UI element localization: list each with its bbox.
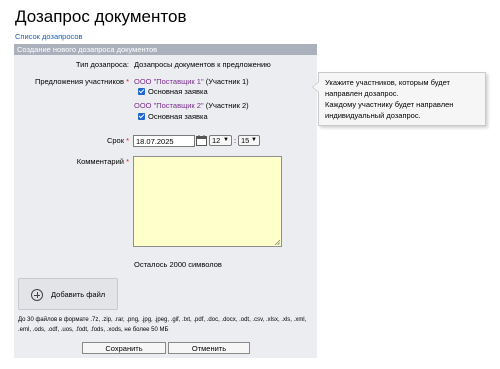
breadcrumb-link[interactable]: Список дозапросов — [15, 32, 83, 41]
add-file-button[interactable]: Добавить файл — [18, 278, 118, 310]
required-mark: * — [126, 157, 129, 166]
comment-label-text: Комментарий — [76, 157, 124, 166]
resize-handle-icon[interactable] — [274, 239, 280, 245]
tooltip-line: Каждому участнику будет направлен — [325, 100, 454, 109]
form-header: Создание нового дозапроса документов — [14, 44, 317, 55]
type-label: Тип дозапроса: — [75, 60, 129, 69]
hour-select[interactable]: 12 ▼ — [209, 135, 232, 146]
participants-tooltip: Укажите участников, которым будет направ… — [318, 72, 486, 126]
comment-label: Комментарий * — [14, 157, 129, 167]
participant-2-checkbox-label: Основная заявка — [148, 112, 208, 121]
participant-2: ООО "Поставщик 2" (Участник 2) — [134, 101, 249, 111]
page-title: Дозапрос документов — [15, 7, 187, 26]
save-button[interactable]: Сохранить — [82, 342, 166, 354]
deadline-label: Срок * — [14, 136, 129, 146]
tooltip-line: направлен дозапрос. — [325, 89, 399, 98]
calendar-icon[interactable] — [196, 135, 207, 146]
participant-2-name[interactable]: ООО "Поставщик 2" — [134, 101, 204, 110]
participant-2-tag: (Участник 2) — [205, 101, 249, 110]
participant-1: ООО "Поставщик 1" (Участник 1) — [134, 77, 249, 87]
type-value: Дозапросы документов к предложению — [134, 60, 271, 69]
participants-label: Предложения участников * — [14, 77, 129, 87]
chevron-down-icon: ▼ — [251, 137, 257, 143]
required-mark: * — [126, 136, 129, 145]
hour-value: 12 — [212, 136, 221, 145]
participant-1-checkbox-label: Основная заявка — [148, 87, 208, 96]
minute-select[interactable]: 15 ▼ — [238, 135, 260, 146]
minute-value: 15 — [241, 136, 250, 145]
add-file-label: Добавить файл — [51, 290, 106, 299]
deadline-label-text: Срок — [106, 136, 124, 145]
chevron-down-icon: ▼ — [223, 137, 229, 143]
file-hint: До 30 файлов в формате .7z, .zip, .rar, … — [18, 317, 307, 333]
tooltip-line: индивидуальный дозапрос. — [325, 111, 421, 120]
tooltip-arrow-inner — [313, 82, 319, 92]
participant-1-tag: (Участник 1) — [205, 77, 249, 86]
date-input[interactable] — [133, 135, 195, 147]
participant-1-checkbox[interactable] — [138, 88, 145, 95]
time-separator: : — [234, 136, 237, 145]
participants-label-text: Предложения участников — [34, 77, 124, 86]
cancel-button[interactable]: Отменить — [168, 342, 250, 354]
participant-2-checkbox-row[interactable]: Основная заявка — [138, 112, 208, 122]
plus-circle-icon — [31, 289, 43, 301]
comment-textarea[interactable] — [133, 156, 282, 247]
tooltip-line: Укажите участников, которым будет — [325, 78, 450, 87]
participant-1-checkbox-row[interactable]: Основная заявка — [138, 87, 208, 97]
required-mark: * — [126, 77, 129, 86]
participant-1-name[interactable]: ООО "Поставщик 1" — [134, 77, 204, 86]
participant-2-checkbox[interactable] — [138, 113, 145, 120]
char-counter: Осталось 2000 символов — [134, 260, 222, 269]
